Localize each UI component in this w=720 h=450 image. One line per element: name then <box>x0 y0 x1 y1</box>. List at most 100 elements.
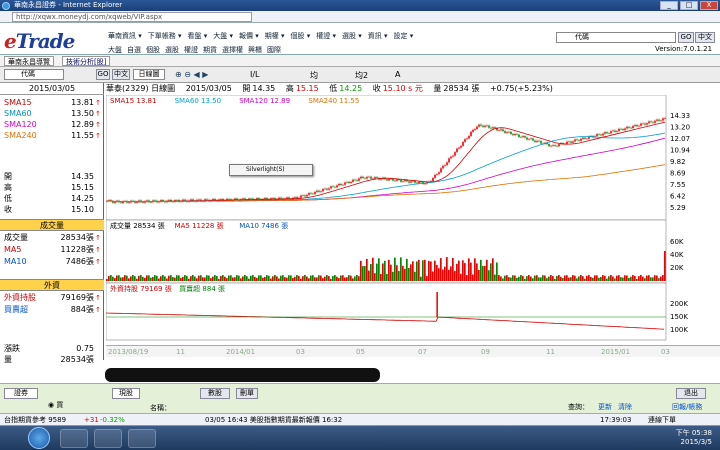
volume-bar <box>490 263 492 281</box>
report-link[interactable]: 回報/帳務 <box>672 402 702 412</box>
candle-body <box>380 178 382 180</box>
candle-body <box>332 186 334 187</box>
volume-bar <box>514 275 516 281</box>
volume-bar <box>536 275 538 281</box>
candle-body <box>460 145 462 148</box>
stock-chart[interactable]: SMA15 13.81 SMA60 13.50 SMA120 12.89 SMA240… <box>106 95 720 345</box>
y-tick-label: 200K <box>670 300 688 308</box>
header-go-button[interactable]: GO <box>678 32 694 43</box>
clear-link[interactable]: 清除 <box>618 402 632 412</box>
menu-item[interactable]: 下單帳務 ▾ <box>148 31 182 41</box>
quick-item[interactable]: 國際 <box>267 45 281 55</box>
candle-body <box>640 123 642 126</box>
candle-body <box>206 199 208 200</box>
candle-body <box>610 131 612 134</box>
chrome-taskbar-icon[interactable] <box>128 429 156 448</box>
y-tick-label: 40K <box>670 251 684 259</box>
menu-item[interactable]: 大盤 ▾ <box>213 31 233 41</box>
candle-body <box>630 127 632 129</box>
header-lang-button[interactable]: 中文 <box>695 32 715 43</box>
menu-item[interactable]: 看盤 ▾ <box>188 31 208 41</box>
volume-bar <box>384 260 386 281</box>
ie-taskbar-icon[interactable] <box>94 429 122 448</box>
menu-item[interactable]: 資訊 ▾ <box>368 31 388 41</box>
volume-bar <box>520 275 522 281</box>
tab-technical[interactable]: 技術分析[股] <box>62 56 111 66</box>
volume-bar <box>582 276 584 281</box>
silverlight-context-menu[interactable]: Silverlight(S) <box>229 164 313 176</box>
code-input[interactable]: 代碼 <box>4 69 64 80</box>
quick-item[interactable]: 選股 <box>165 45 179 55</box>
menu-item[interactable]: 報價 ▾ <box>239 31 259 41</box>
minimize-button[interactable]: _ <box>660 1 678 10</box>
volume-bar <box>444 266 446 281</box>
maximize-button[interactable]: □ <box>680 1 698 10</box>
date-tick: 2014/01 <box>226 348 256 356</box>
volume-bar <box>250 275 252 281</box>
toolbar-item[interactable]: A <box>395 70 400 79</box>
go-button[interactable]: GO <box>96 69 110 80</box>
quick-item[interactable]: 期貨 <box>203 45 217 55</box>
explorer-taskbar-icon[interactable] <box>60 429 88 448</box>
volume-bar <box>242 276 244 281</box>
volume-bar <box>530 276 532 281</box>
toolbar-item[interactable]: I/L <box>250 70 260 79</box>
zoom-icon[interactable]: ⊕ ⊖ ◀ ▶ <box>175 70 208 79</box>
volume-label: 量 <box>433 84 442 93</box>
header-code-input[interactable]: 代碼 <box>556 32 676 43</box>
menu-item[interactable]: 權證 ▾ <box>316 31 336 41</box>
menu-item[interactable]: 期權 ▾ <box>265 31 285 41</box>
period-select[interactable]: 日線圖 <box>133 69 165 80</box>
volume-bar <box>284 277 286 281</box>
volume-bar <box>234 277 236 281</box>
menu-item[interactable]: 華南資訊 ▾ <box>108 31 142 41</box>
order-entry-bar: 證券 ◉ 買 現股 名稱： 數股 刪單 查詢： 更新 清除 退出 回報/帳務 <box>0 383 720 413</box>
menu-item[interactable]: 選股 ▾ <box>342 31 362 41</box>
volume-bar <box>498 275 500 281</box>
volume-bar <box>194 276 196 281</box>
buy-radio[interactable]: ◉ 買 <box>48 400 63 410</box>
toolbar-item[interactable]: 均 <box>310 70 318 81</box>
exit-button[interactable]: 退出 <box>676 388 706 399</box>
quick-item[interactable]: 權證 <box>184 45 198 55</box>
quick-item[interactable]: 個股 <box>146 45 160 55</box>
volume-bar <box>528 275 530 281</box>
candle-body <box>340 183 342 185</box>
candle-body <box>602 133 604 136</box>
address-field[interactable]: http://xqwx.moneydj.com/xqweb/VIP.aspx <box>12 12 252 22</box>
volume-bar <box>614 278 616 281</box>
quick-item[interactable]: 興櫃 <box>248 45 262 55</box>
volume-bar <box>606 278 608 281</box>
quick-item[interactable]: 選擇權 <box>222 45 243 55</box>
quick-item[interactable]: 自選 <box>127 45 141 55</box>
quick-item[interactable]: 大盤 <box>108 45 122 55</box>
start-button[interactable] <box>28 427 50 449</box>
qty-button[interactable]: 數股 <box>200 388 230 399</box>
candle-body <box>442 165 444 169</box>
stock-type-select[interactable]: 現股 <box>112 388 140 399</box>
menu-item[interactable]: 設定 ▾ <box>394 31 414 41</box>
tab-guide[interactable]: 華南永昌導覽 <box>4 56 54 66</box>
candle-body <box>410 181 412 183</box>
toolbar-item[interactable]: 均2 <box>355 70 368 81</box>
candle-body <box>470 131 472 136</box>
volume-bar <box>548 276 550 281</box>
volume-bar <box>544 275 546 281</box>
candle-body <box>346 181 348 183</box>
volume-bar <box>218 278 220 281</box>
candle-body <box>548 144 550 147</box>
volume-bar <box>274 275 276 281</box>
volume-bar <box>660 276 662 281</box>
candle-body <box>322 188 324 192</box>
menu-item[interactable]: 個股 ▾ <box>291 31 311 41</box>
lang-button[interactable]: 中文 <box>112 69 130 80</box>
cancel-order-button[interactable]: 刪單 <box>236 388 258 399</box>
candle-body <box>314 191 316 195</box>
refresh-link[interactable]: 更新 <box>598 402 612 412</box>
market-select[interactable]: 證券 <box>4 388 38 399</box>
volume-bar <box>214 275 216 281</box>
volume-bar <box>410 264 412 281</box>
candle-body <box>516 134 518 135</box>
close-button[interactable]: X <box>700 1 718 10</box>
etrade-logo: eTrade <box>4 29 75 53</box>
